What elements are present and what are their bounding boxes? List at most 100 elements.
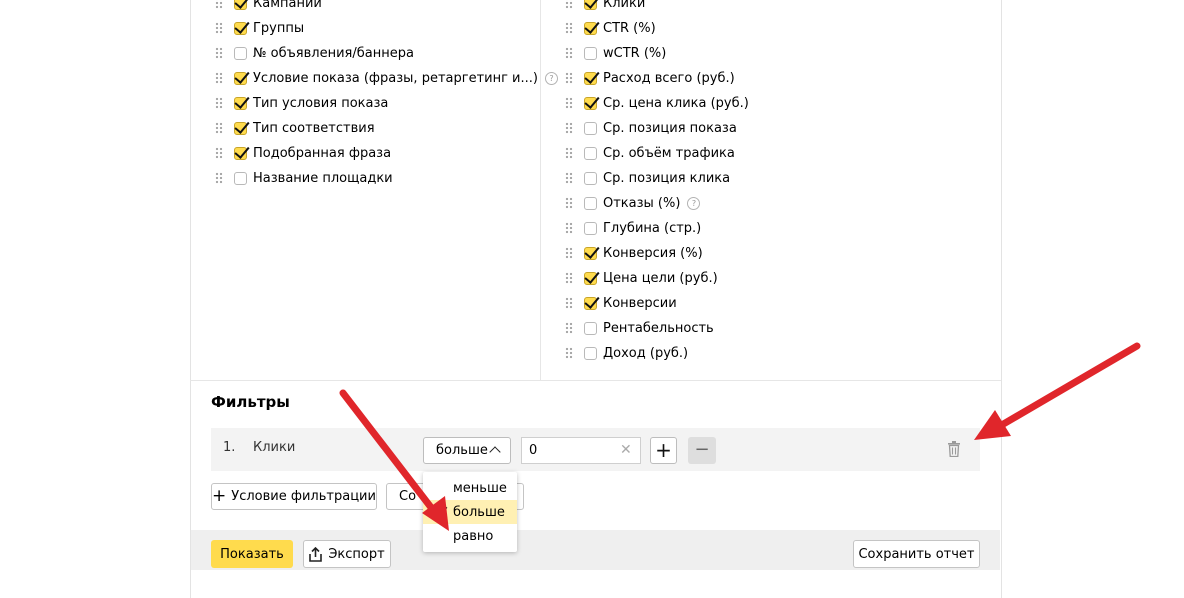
field-checkbox[interactable]: [584, 46, 597, 60]
add-filter-condition-label: Условие фильтрации: [231, 489, 376, 504]
drag-handle-icon[interactable]: [215, 72, 223, 84]
field-checkbox[interactable]: [234, 0, 247, 10]
field-checkbox[interactable]: [234, 146, 247, 160]
field-checkbox[interactable]: [584, 196, 597, 210]
field-checkbox[interactable]: [584, 71, 597, 85]
plus-icon: +: [212, 486, 227, 506]
drag-handle-icon[interactable]: [565, 172, 573, 184]
field-row[interactable]: Ср. позиция показа: [565, 118, 737, 138]
operator-option[interactable]: равно: [423, 524, 517, 548]
field-row[interactable]: Ср. цена клика (руб.): [565, 93, 749, 113]
field-label: Отказы (%): [603, 195, 681, 211]
field-row[interactable]: Конверсии: [565, 293, 677, 313]
field-checkbox[interactable]: [234, 121, 247, 135]
drag-handle-icon[interactable]: [565, 322, 573, 334]
field-row[interactable]: Ср. позиция клика: [565, 168, 730, 188]
drag-handle-icon[interactable]: [565, 272, 573, 284]
field-checkbox[interactable]: [584, 346, 597, 360]
field-checkbox[interactable]: [584, 21, 597, 35]
drag-handle-icon[interactable]: [215, 147, 223, 159]
drag-handle-icon[interactable]: [215, 97, 223, 109]
drag-handle-icon[interactable]: [565, 297, 573, 309]
field-row[interactable]: № объявления/баннера: [215, 43, 414, 63]
remove-filter-value-button[interactable]: −: [688, 437, 716, 464]
field-row[interactable]: Тип соответствия: [215, 118, 375, 138]
filter-row: 1. Клики больше ✕ + −: [211, 428, 980, 471]
drag-handle-icon[interactable]: [565, 47, 573, 59]
field-checkbox[interactable]: [584, 0, 597, 10]
clear-icon[interactable]: ✕: [620, 442, 634, 458]
drag-handle-icon[interactable]: [215, 0, 223, 9]
add-filter-condition-button[interactable]: + Условие фильтрации: [211, 483, 377, 510]
field-row[interactable]: Отказы (%)?: [565, 193, 701, 213]
drag-handle-icon[interactable]: [215, 22, 223, 34]
drag-handle-icon[interactable]: [565, 0, 573, 9]
operator-option-label: меньше: [453, 480, 507, 496]
drag-handle-icon[interactable]: [215, 47, 223, 59]
field-checkbox[interactable]: [234, 96, 247, 110]
field-row[interactable]: Тип условия показа: [215, 93, 388, 113]
field-checkbox[interactable]: [584, 321, 597, 335]
field-checkbox[interactable]: [584, 221, 597, 235]
field-row[interactable]: Ср. объём трафика: [565, 143, 735, 163]
drag-handle-icon[interactable]: [565, 347, 573, 359]
drag-handle-icon[interactable]: [565, 22, 573, 34]
field-row[interactable]: Кампании: [215, 0, 322, 13]
field-checkbox[interactable]: [234, 21, 247, 35]
field-checkbox[interactable]: [584, 96, 597, 110]
drag-handle-icon[interactable]: [565, 197, 573, 209]
field-row[interactable]: Расход всего (руб.): [565, 68, 735, 88]
field-row[interactable]: wCTR (%): [565, 43, 666, 63]
drag-handle-icon[interactable]: [565, 222, 573, 234]
field-label: Тип условия показа: [253, 95, 389, 111]
trash-icon[interactable]: [948, 441, 960, 457]
drag-handle-icon[interactable]: [565, 122, 573, 134]
drag-handle-icon[interactable]: [565, 147, 573, 159]
help-icon[interactable]: ?: [687, 196, 701, 210]
drag-handle-icon[interactable]: [565, 72, 573, 84]
field-row[interactable]: Клики: [565, 0, 645, 13]
field-row[interactable]: Конверсия (%): [565, 243, 703, 263]
field-row[interactable]: Название площадки: [215, 168, 393, 188]
field-checkbox[interactable]: [584, 146, 597, 160]
field-row[interactable]: Цена цели (руб.): [565, 268, 718, 288]
field-label: Рентабельность: [603, 320, 714, 336]
operator-select[interactable]: больше: [423, 437, 511, 464]
field-label: Название площадки: [253, 170, 393, 186]
field-checkbox[interactable]: [584, 271, 597, 285]
field-row[interactable]: Глубина (стр.): [565, 218, 701, 238]
field-label: Конверсия (%): [603, 245, 703, 261]
field-label: wCTR (%): [603, 45, 667, 61]
drag-handle-icon[interactable]: [215, 172, 223, 184]
field-checkbox[interactable]: [234, 71, 247, 85]
field-checkbox[interactable]: [584, 246, 597, 260]
field-row[interactable]: Подобранная фраза: [215, 143, 391, 163]
field-checkbox[interactable]: [234, 171, 247, 185]
field-checkbox[interactable]: [584, 296, 597, 310]
field-checkbox[interactable]: [584, 171, 597, 185]
chevron-up-icon: [489, 446, 501, 458]
drag-handle-icon[interactable]: [215, 122, 223, 134]
field-row[interactable]: Рентабельность: [565, 318, 714, 338]
field-label: Подобранная фраза: [253, 145, 392, 161]
save-report-button[interactable]: Сохранить отчет: [853, 540, 980, 568]
export-button[interactable]: Экспорт: [303, 540, 391, 568]
drag-handle-icon[interactable]: [565, 247, 573, 259]
field-label: Ср. позиция клика: [603, 170, 731, 186]
filter-row-number: 1.: [223, 440, 236, 455]
column-divider: [540, 0, 541, 380]
operator-option[interactable]: больше: [423, 500, 517, 524]
field-row[interactable]: Доход (руб.): [565, 343, 688, 363]
field-label: Глубина (стр.): [603, 220, 702, 236]
field-row[interactable]: CTR (%): [565, 18, 656, 38]
field-row[interactable]: Условие показа (фразы, ретаргетинг и...)…: [215, 68, 558, 88]
field-row[interactable]: Группы: [215, 18, 304, 38]
add-filter-value-button[interactable]: +: [650, 437, 677, 464]
drag-handle-icon[interactable]: [565, 97, 573, 109]
operator-option[interactable]: меньше: [423, 476, 517, 500]
operator-select-value: больше: [436, 443, 488, 458]
field-checkbox[interactable]: [234, 46, 247, 60]
show-button[interactable]: Показать: [211, 540, 293, 568]
help-icon[interactable]: ?: [544, 71, 558, 85]
field-checkbox[interactable]: [584, 121, 597, 135]
